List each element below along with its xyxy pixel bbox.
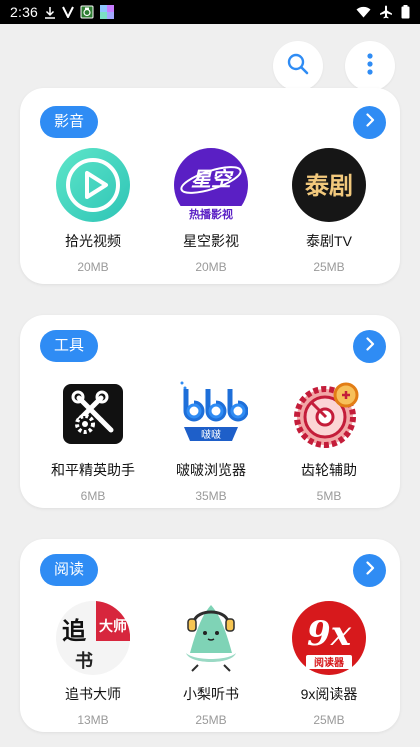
section-more-button[interactable]: [353, 554, 386, 587]
app-name: 齿轮辅助: [301, 462, 357, 478]
status-time: 2:36: [10, 4, 39, 20]
app-name: 啵啵浏览器: [176, 462, 246, 478]
section-more-button[interactable]: [353, 330, 386, 363]
section-card-tools: 工具 和平精英助手 6MB 啵啵 啵啵浏览器 35MB 齿轮辅助 5MB: [20, 315, 400, 508]
app-name: 星空影视: [183, 233, 239, 249]
more-vertical-icon: [366, 52, 374, 81]
app-item[interactable]: 9x 阅读器 9x阅读器 25MB: [266, 601, 392, 727]
app-size: 5MB: [316, 489, 342, 503]
app-item[interactable]: 泰剧 泰剧TV 25MB: [266, 148, 392, 274]
app-list: 追 大师 书 追书大师 13MB 小梨听书 25MB 9x 阅读器 9x阅读器 …: [20, 601, 400, 727]
download-icon: [44, 5, 56, 19]
section-card-reading: 阅读 追 大师 书 追书大师 13MB 小梨听书 25MB 9x 阅读器 9x阅…: [20, 539, 400, 732]
wrench-gear-icon: [56, 377, 130, 451]
icon-sublabel: 热播影视: [189, 207, 233, 221]
v-app-icon: [62, 5, 74, 19]
app-size: 25MB: [195, 713, 227, 727]
chevron-right-icon: [364, 113, 376, 132]
app-list: 拾光视频 20MB 星空 热播影视 星空影视 20MB 泰剧 泰剧TV 25MB: [20, 148, 400, 274]
icon-sublabel: 阅读器: [314, 656, 345, 669]
search-icon: [286, 52, 310, 81]
gear-record-icon: [292, 377, 366, 451]
airplane-mode-icon: [379, 5, 393, 19]
play-circle-icon: [56, 148, 130, 222]
bobo-browser-icon: 啵啵: [174, 377, 248, 451]
taiju-logo-icon: 泰剧: [292, 148, 366, 222]
chevron-right-icon: [364, 561, 376, 580]
photo-app-icon: [80, 5, 94, 19]
app-item[interactable]: 啵啵 啵啵浏览器 35MB: [148, 377, 274, 503]
9x-logo-icon: 9x 阅读器: [292, 601, 366, 675]
section-title-pill[interactable]: 影音: [40, 106, 99, 138]
section-title-pill[interactable]: 工具: [40, 330, 99, 362]
icon-label: 啵啵: [201, 428, 221, 441]
xingkong-logo-icon: 星空 热播影视: [174, 148, 248, 222]
app-size: 25MB: [313, 713, 345, 727]
app-name: 9x阅读器: [300, 686, 358, 702]
app-item[interactable]: 齿轮辅助 5MB: [266, 377, 392, 503]
app-size: 20MB: [195, 260, 227, 274]
zhuishu-logo-icon: 追 大师 书: [56, 601, 130, 675]
status-bar: 2:36: [0, 0, 420, 24]
app-name: 和平精英助手: [51, 462, 135, 478]
section-more-button[interactable]: [353, 106, 386, 139]
app-size: 35MB: [195, 489, 227, 503]
pear-headphones-icon: [174, 601, 248, 675]
icon-label: 星空: [191, 167, 234, 191]
app-name: 拾光视频: [65, 233, 121, 249]
search-button[interactable]: [273, 41, 323, 91]
icon-label: 9x: [307, 614, 352, 654]
app-name: 追书大师: [65, 686, 121, 702]
app-item[interactable]: 追 大师 书 追书大师 13MB: [30, 601, 156, 727]
icon-label: 追: [62, 616, 87, 645]
icon-label-3: 书: [75, 651, 93, 672]
section-card-video: 影音 拾光视频 20MB 星空 热播影视 星空影视 20MB 泰剧 泰剧TV 2…: [20, 88, 400, 284]
app-name: 泰剧TV: [306, 233, 352, 249]
more-options-button[interactable]: [345, 41, 395, 91]
section-title-pill[interactable]: 阅读: [40, 554, 99, 586]
app-name: 小梨听书: [183, 686, 239, 702]
app-item[interactable]: 小梨听书 25MB: [148, 601, 274, 727]
icon-label-2: 大师: [99, 618, 127, 635]
app-size: 25MB: [313, 260, 345, 274]
chevron-right-icon: [364, 337, 376, 356]
battery-icon: [401, 5, 410, 19]
wifi-icon: [356, 5, 371, 19]
icon-label: 泰剧: [305, 171, 353, 200]
colorful-app-icon: [100, 5, 115, 19]
app-size: 20MB: [77, 260, 109, 274]
app-size: 13MB: [77, 713, 109, 727]
app-item[interactable]: 和平精英助手 6MB: [30, 377, 156, 503]
app-item[interactable]: 拾光视频 20MB: [30, 148, 156, 274]
app-size: 6MB: [80, 489, 106, 503]
app-list: 和平精英助手 6MB 啵啵 啵啵浏览器 35MB 齿轮辅助 5MB: [20, 377, 400, 503]
app-item[interactable]: 星空 热播影视 星空影视 20MB: [148, 148, 274, 274]
